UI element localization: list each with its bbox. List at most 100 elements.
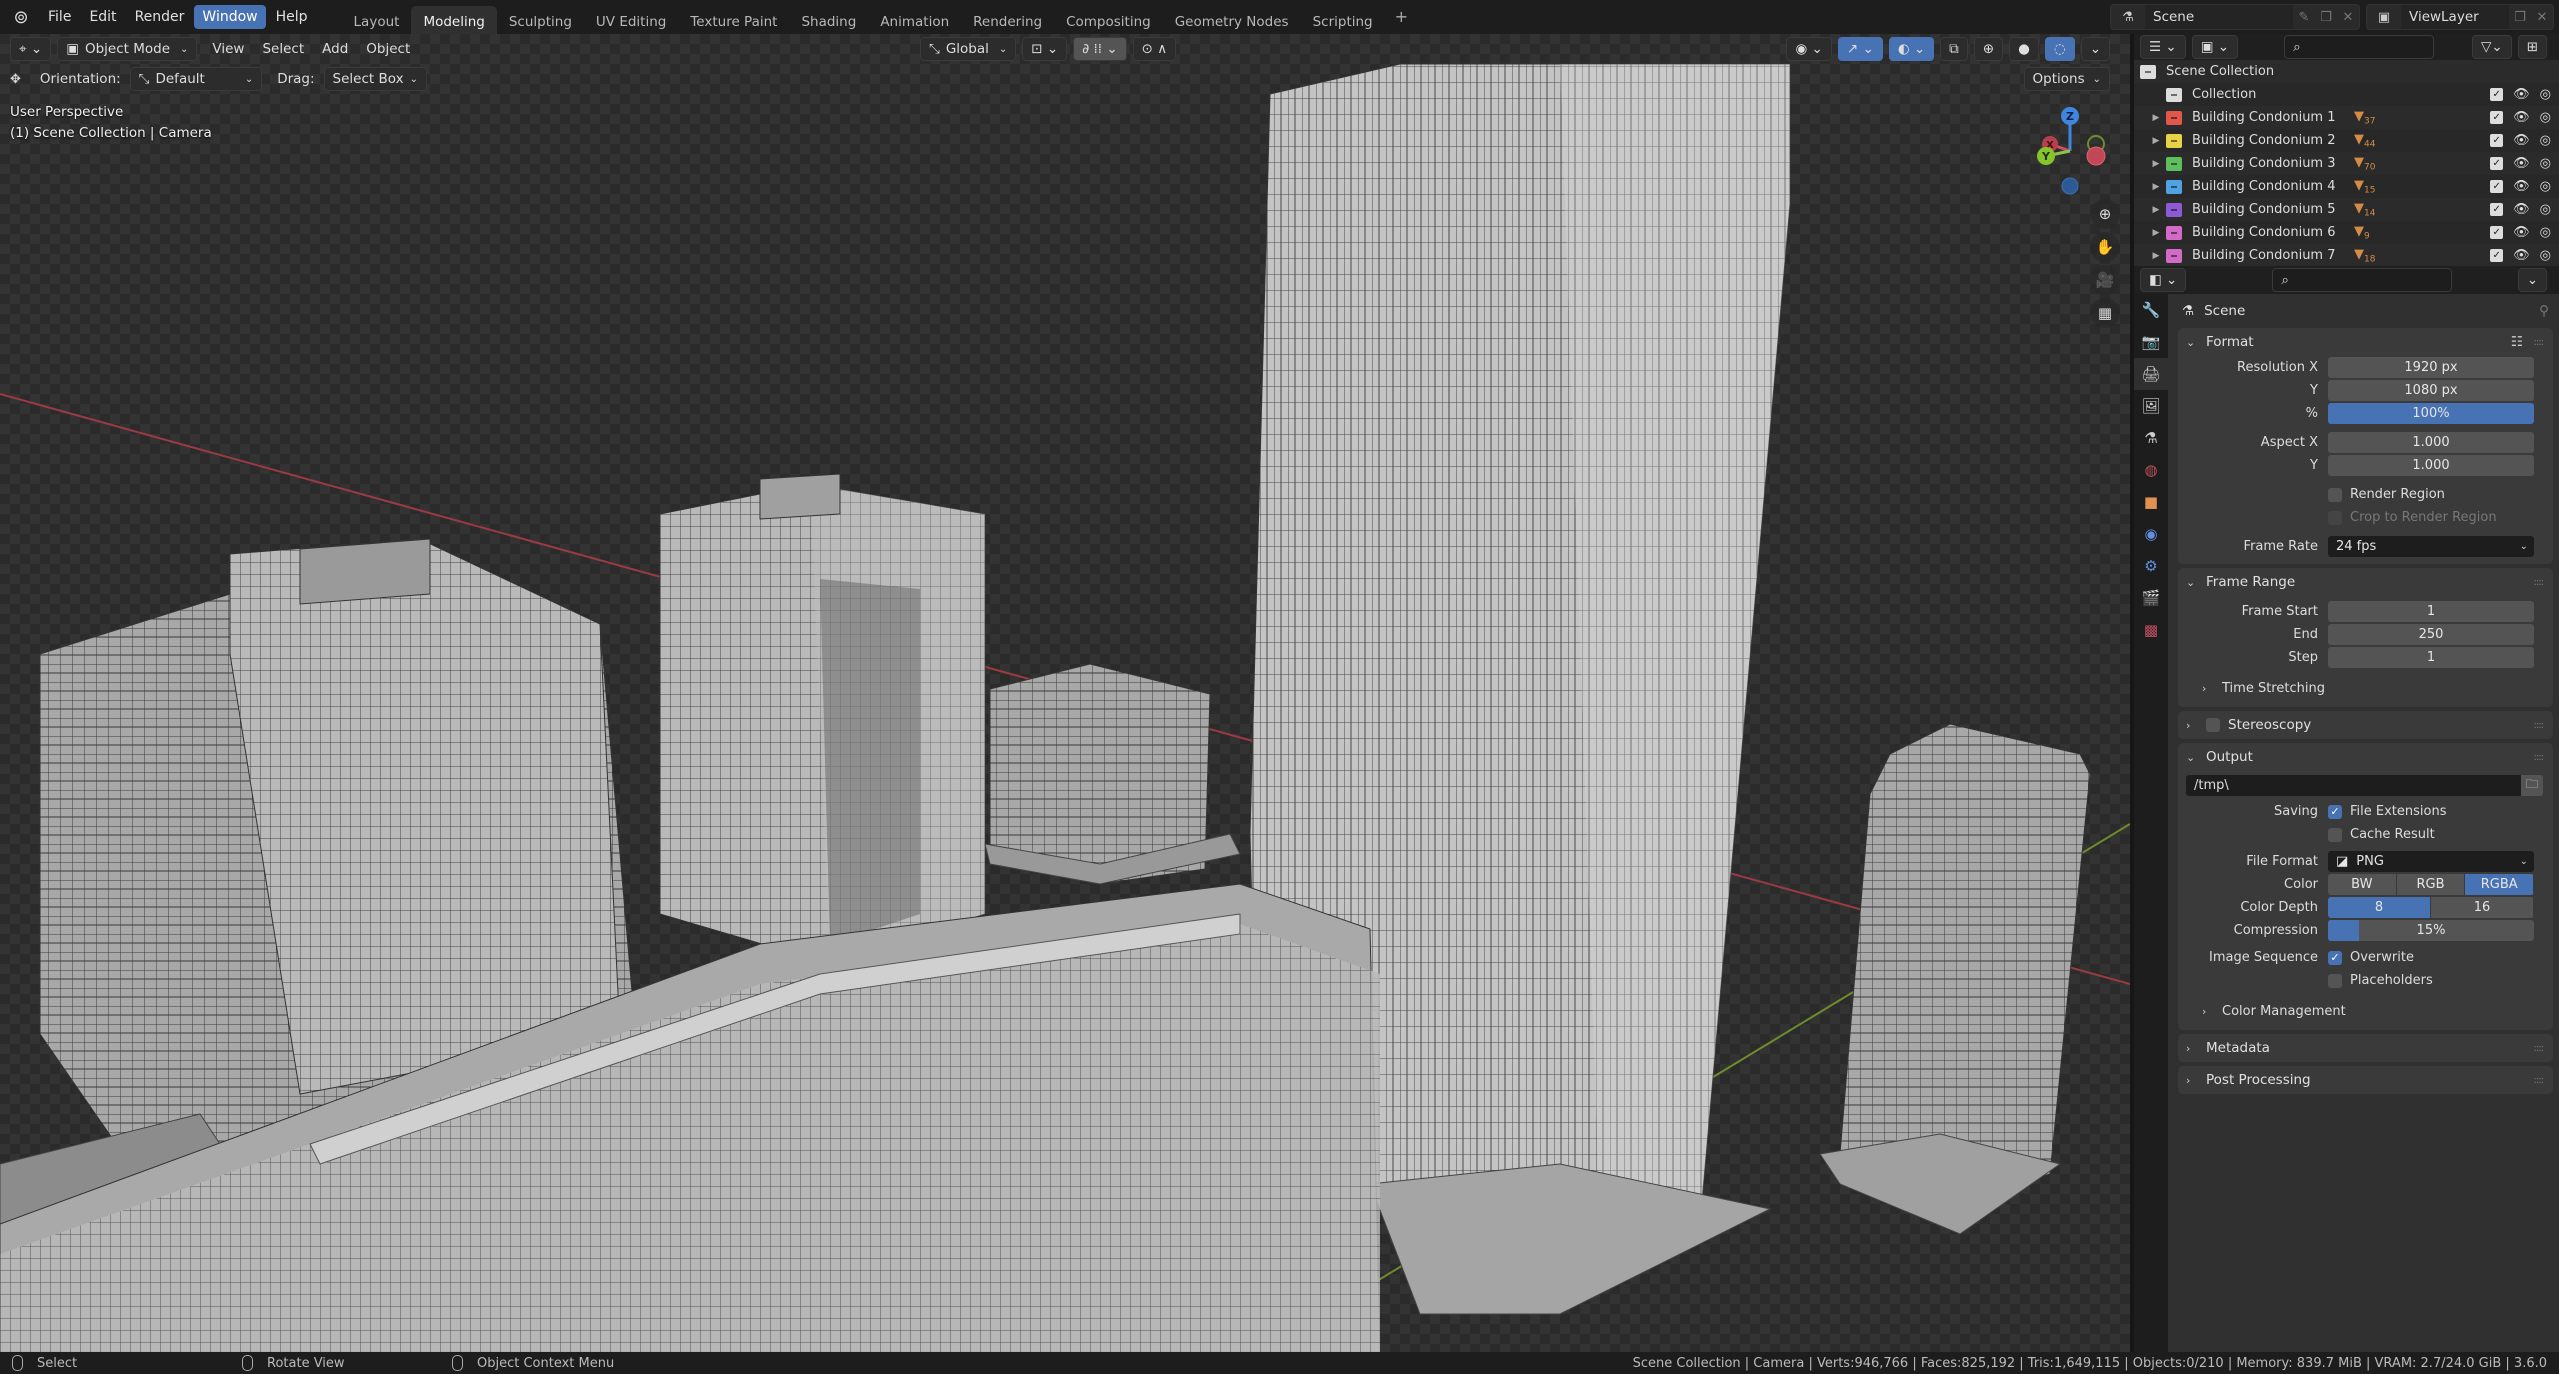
- outliner-item[interactable]: Collection ✓ 👁 ◎: [2134, 83, 2559, 106]
- tab-animation[interactable]: Animation: [868, 6, 961, 34]
- view-layer-icon[interactable]: ▣ ⌄: [2191, 35, 2239, 59]
- render-camera-icon[interactable]: ◎: [2540, 179, 2551, 194]
- delete-scene-icon[interactable]: ✕: [2337, 10, 2359, 25]
- exclude-checkbox[interactable]: ✓: [2490, 180, 2504, 193]
- exclude-checkbox[interactable]: ✓: [2490, 226, 2504, 239]
- color-depth-8-option[interactable]: 8: [2328, 897, 2431, 918]
- exclude-checkbox[interactable]: ✓: [2490, 203, 2504, 216]
- tab-sculpting[interactable]: Sculpting: [497, 6, 584, 34]
- world-tab-icon[interactable]: ◍: [2134, 454, 2168, 486]
- outliner-search-input[interactable]: ⌕: [2284, 35, 2435, 59]
- shading-material-button[interactable]: ◌: [2044, 37, 2075, 61]
- data-tab-icon[interactable]: 🎬: [2134, 582, 2168, 614]
- tab-texture-paint[interactable]: Texture Paint: [678, 6, 789, 34]
- constraints-tab-icon[interactable]: ⚙: [2134, 550, 2168, 582]
- gizmo-neg-x-axis[interactable]: [2086, 146, 2106, 166]
- eye-icon[interactable]: 👁: [2513, 156, 2530, 171]
- render-camera-icon[interactable]: ◎: [2540, 87, 2551, 102]
- tab-geometry-nodes[interactable]: Geometry Nodes: [1163, 6, 1301, 34]
- render-camera-icon[interactable]: ◎: [2540, 202, 2551, 217]
- properties-search-input[interactable]: ⌕: [2272, 268, 2453, 292]
- resolution-y-field[interactable]: 1080 px: [2328, 380, 2534, 401]
- frame-end-field[interactable]: 250: [2328, 624, 2534, 645]
- cache-result-checkbox[interactable]: Cache Result: [2328, 827, 2435, 842]
- editor-type-button[interactable]: ◧ ⌄: [2140, 268, 2187, 292]
- scene-tab-icon[interactable]: ⚗: [2134, 422, 2168, 454]
- pin-icon[interactable]: ⚲: [2539, 303, 2549, 319]
- scene-name[interactable]: Scene: [2145, 5, 2293, 29]
- expand-arrow-icon[interactable]: ▶: [2146, 159, 2166, 169]
- checkbox[interactable]: [2328, 510, 2342, 525]
- tab-layout[interactable]: Layout: [342, 6, 412, 34]
- crop-render-region-checkbox[interactable]: Crop to Render Region: [2328, 510, 2497, 525]
- outliner-root[interactable]: Scene Collection: [2134, 60, 2559, 83]
- eye-icon[interactable]: 👁: [2513, 202, 2530, 217]
- gizmo-toggle[interactable]: ↗ ⌄: [1837, 37, 1883, 61]
- expand-arrow-icon[interactable]: ▶: [2146, 251, 2166, 261]
- pan-view-hand-icon[interactable]: ✋: [2090, 232, 2120, 262]
- menu-help[interactable]: Help: [268, 5, 316, 29]
- mesh-count-badge[interactable]: ▼70: [2354, 155, 2375, 173]
- menu-render[interactable]: Render: [127, 5, 193, 29]
- blender-logo-icon[interactable]: ⊚: [8, 4, 34, 30]
- eye-icon[interactable]: 👁: [2513, 133, 2530, 148]
- tab-uv-editing[interactable]: UV Editing: [584, 6, 678, 34]
- mesh-count-badge[interactable]: ▼44: [2354, 132, 2375, 150]
- overwrite-checkbox[interactable]: ✓ Overwrite: [2328, 950, 2414, 965]
- render-camera-icon[interactable]: ◎: [2540, 110, 2551, 125]
- render-camera-icon[interactable]: ◎: [2540, 248, 2551, 263]
- tab-scripting[interactable]: Scripting: [1301, 6, 1385, 34]
- menu-edit[interactable]: Edit: [81, 5, 124, 29]
- options-dropdown[interactable]: Options ⌄: [2023, 67, 2110, 91]
- render-camera-icon[interactable]: ◎: [2540, 156, 2551, 171]
- drag-grip-icon[interactable]: ::::: [2534, 1075, 2545, 1086]
- aspect-x-field[interactable]: 1.000: [2328, 432, 2534, 453]
- color-rgba-option[interactable]: RGBA: [2465, 874, 2534, 895]
- render-camera-icon[interactable]: ◎: [2540, 133, 2551, 148]
- scene-selector[interactable]: ⚗ Scene ✎ ❐ ✕: [2110, 4, 2360, 30]
- expand-arrow-icon[interactable]: ▶: [2146, 136, 2166, 146]
- folder-browse-icon[interactable]: 🗀: [2521, 775, 2543, 796]
- viewlayer-name[interactable]: ViewLayer: [2401, 5, 2509, 29]
- menu-view[interactable]: View: [203, 41, 253, 57]
- mesh-count-badge[interactable]: ▼9: [2354, 224, 2370, 242]
- output-panel-header[interactable]: ⌄ Output::::: [2178, 743, 2553, 771]
- camera-view-icon[interactable]: 🎥: [2090, 265, 2120, 295]
- drag-grip-icon[interactable]: ::::: [2534, 720, 2545, 731]
- frame-step-field[interactable]: 1: [2328, 647, 2534, 668]
- checkbox[interactable]: [2328, 973, 2342, 988]
- outliner-item[interactable]: ▶ Building Condonium 5 ▼14 ✓ 👁 ◎: [2134, 198, 2559, 221]
- filter-dropdown[interactable]: ▽ ⌄: [2471, 35, 2512, 59]
- shading-dropdown[interactable]: ⌄: [2080, 37, 2110, 61]
- color-management-subpanel[interactable]: › Color Management: [2178, 998, 2553, 1024]
- building-center[interactable]: [659, 473, 986, 965]
- selectability-visibility-dropdown[interactable]: ◉ ⌄: [1786, 37, 1832, 61]
- outliner-item[interactable]: ▶ Building Condonium 6 ▼9 ✓ 👁 ◎: [2134, 221, 2559, 244]
- eye-icon[interactable]: 👁: [2513, 87, 2530, 102]
- placeholders-checkbox[interactable]: Placeholders: [2328, 973, 2433, 988]
- menu-object[interactable]: Object: [357, 41, 419, 57]
- color-rgb-option[interactable]: RGB: [2396, 874, 2466, 895]
- checkbox-checked[interactable]: ✓: [2328, 950, 2342, 965]
- render-tab-icon[interactable]: 📷: [2134, 326, 2168, 358]
- mode-selector[interactable]: ▣ Object Mode ⌄: [57, 37, 198, 61]
- menu-window[interactable]: Window: [194, 5, 266, 29]
- 3d-viewport[interactable]: ⌖ ⌄ ▣ Object Mode ⌄ View Select Add Object…: [0, 34, 2130, 1352]
- mesh-count-badge[interactable]: ▼14: [2354, 201, 2375, 219]
- file-extensions-checkbox[interactable]: ✓ File Extensions: [2328, 804, 2446, 819]
- view-layer-tab-icon[interactable]: 🖼: [2134, 390, 2168, 422]
- expand-arrow-icon[interactable]: ▶: [2146, 228, 2166, 238]
- checkbox[interactable]: [2328, 827, 2342, 842]
- gizmo-neg-z-axis[interactable]: [2061, 177, 2079, 195]
- format-panel-header[interactable]: ⌄ Format ☷::::: [2178, 328, 2553, 356]
- overlay-toggle[interactable]: ◐ ⌄: [1888, 37, 1935, 61]
- outliner-item[interactable]: ▶ Building Condonium 4 ▼15 ✓ 👁 ◎: [2134, 175, 2559, 198]
- resolution-percent-field[interactable]: 100%: [2328, 403, 2534, 424]
- presets-icon[interactable]: ☷: [2511, 334, 2523, 350]
- color-depth-16-option[interactable]: 16: [2431, 897, 2534, 918]
- outliner-item[interactable]: ▶ Building Condonium 2 ▼44 ✓ 👁 ◎: [2134, 129, 2559, 152]
- tab-compositing[interactable]: Compositing: [1054, 6, 1163, 34]
- eye-icon[interactable]: 👁: [2513, 225, 2530, 240]
- tab-rendering[interactable]: Rendering: [961, 6, 1054, 34]
- post-processing-panel-header[interactable]: › Post Processing::::: [2178, 1066, 2553, 1094]
